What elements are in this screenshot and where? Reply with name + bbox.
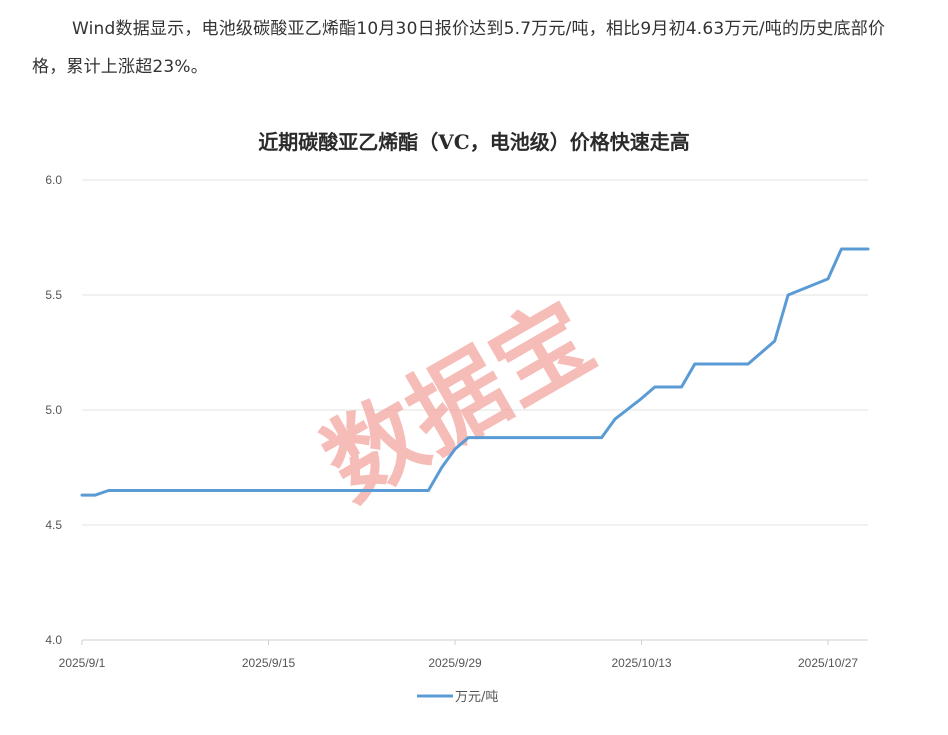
y-tick-label: 5.5 [45,288,62,302]
price-line-chart: 4.04.55.05.56.0 2025/9/1 2025/9/15 2025/9/… [45,173,870,705]
legend-label: 万元/吨 [455,690,498,705]
x-tick-label: 2025/10/27 [798,656,858,670]
y-tick-label: 6.0 [45,173,62,187]
x-axis-ticks: 2025/9/1 2025/9/15 2025/9/29 2025/10/13 2025… [59,640,858,670]
x-tick-label: 2025/9/15 [242,656,296,670]
watermark-text: 数据宝 [306,281,611,522]
y-tick-label: 4.5 [45,518,62,532]
x-tick-label: 2025/10/13 [611,656,671,670]
y-tick-label: 5.0 [45,403,62,417]
y-axis-ticks: 4.0 4.5 5.0 5.5 6.0 [45,173,62,647]
x-tick-label: 2025/9/29 [428,656,482,670]
x-tick-label: 2025/9/1 [59,656,106,670]
y-tick-label: 4.0 [45,633,62,647]
legend: 万元/吨 [417,690,498,705]
